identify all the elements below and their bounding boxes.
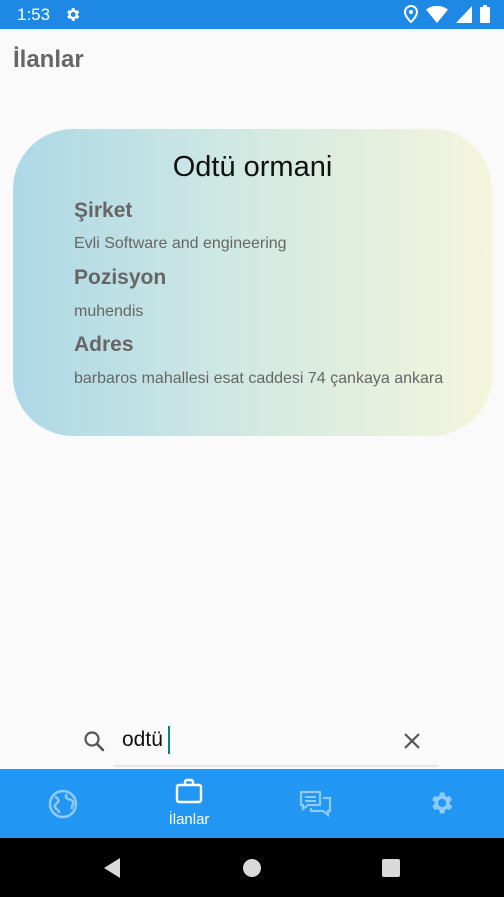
- text-cursor: [168, 726, 170, 754]
- job-listing-card[interactable]: Odtü ormani Şirket Evli Software and eng…: [13, 129, 492, 436]
- nav-item-explore[interactable]: [0, 769, 126, 838]
- position-label: Pozisyon: [74, 266, 167, 289]
- page-title: İlanlar: [13, 46, 84, 73]
- clear-icon[interactable]: [400, 729, 424, 753]
- address-label: Adres: [74, 333, 134, 356]
- signal-icon: [456, 5, 472, 23]
- company-label: Şirket: [74, 199, 133, 222]
- search-input[interactable]: [122, 725, 372, 755]
- address-value: barbaros mahallesi esat caddesi 74 çanka…: [74, 370, 444, 387]
- company-value: Evli Software and engineering: [74, 235, 287, 252]
- nav-item-settings[interactable]: [378, 769, 504, 838]
- status-bar: 1:53: [0, 0, 504, 29]
- location-icon: [404, 5, 418, 23]
- wifi-icon: [426, 5, 448, 23]
- nav-item-messages[interactable]: [252, 769, 378, 838]
- battery-icon: [480, 5, 490, 23]
- chat-icon: [299, 790, 332, 818]
- position-value: muhendis: [74, 303, 144, 320]
- settings-icon: [432, 792, 453, 814]
- briefcase-icon: [175, 778, 203, 804]
- status-time: 1:53: [17, 5, 51, 24]
- settings-notification-icon: [67, 8, 80, 21]
- recents-icon[interactable]: [382, 859, 400, 877]
- globe-icon: [48, 789, 78, 819]
- nav-item-listings[interactable]: İlanlar: [126, 769, 252, 838]
- nav-label-listings: İlanlar: [168, 811, 210, 828]
- home-icon[interactable]: [242, 858, 262, 878]
- bottom-navigation: İlanlar: [0, 769, 504, 838]
- search-underline: [114, 765, 438, 767]
- search-icon: [84, 731, 105, 752]
- listing-title: Odtü ormani: [172, 151, 333, 183]
- search-bar: [0, 715, 504, 767]
- back-icon[interactable]: [102, 857, 122, 879]
- system-navigation-bar: [0, 838, 504, 897]
